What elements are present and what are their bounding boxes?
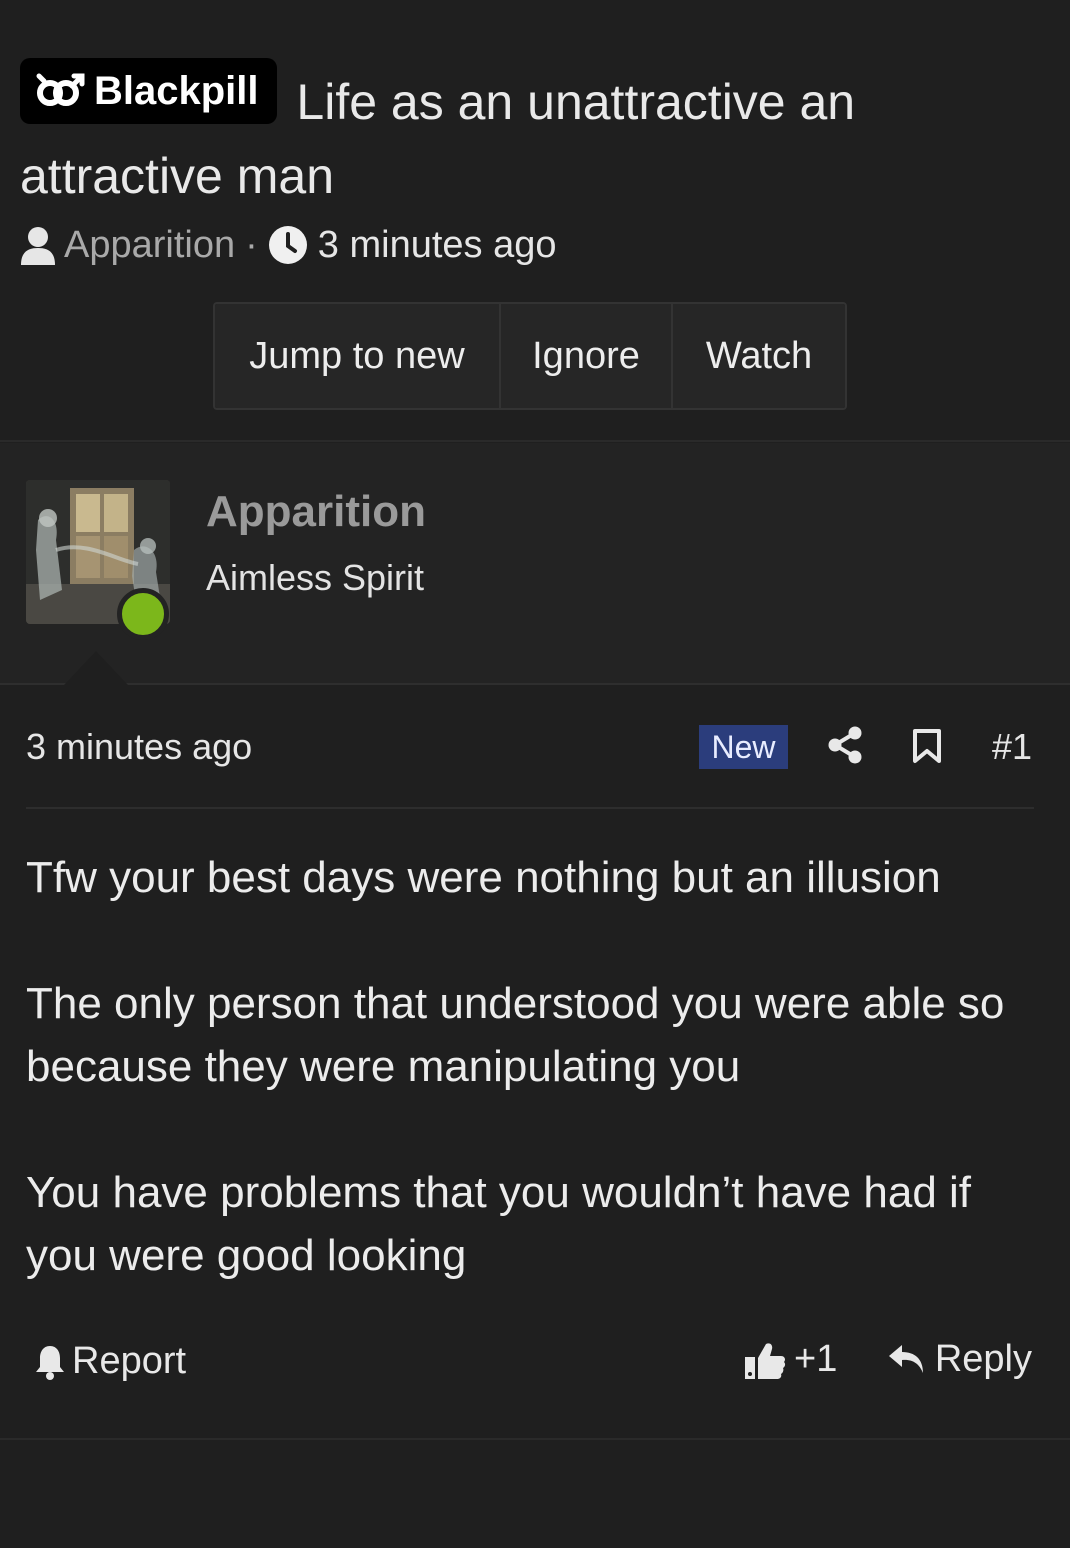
message-body: Tfw your best days were nothing but an i… [26,846,1036,1287]
bell-icon [34,1343,66,1381]
thread-action-buttons: Jump to new Ignore Watch [213,302,847,410]
message-arrow [64,651,128,685]
post-number-link[interactable]: #1 [992,726,1032,768]
thread-author-link[interactable]: Apparition [64,224,235,267]
prefix-badge[interactable]: Blackpill [20,58,277,124]
user-icon [20,225,56,265]
reaction-count: +1 [794,1338,838,1380]
reply-icon [887,1343,925,1377]
prefix-label: Blackpill [94,69,259,113]
message-attribution: 3 minutes ago New #1 [26,722,1034,772]
message-footer: Report +1 Reply [26,1336,1034,1392]
message-paragraph: Tfw your best days were nothing but an i… [26,853,941,902]
post-message: 3 minutes ago New #1 Tfw your best days … [0,686,1070,1440]
message-paragraph: You have problems that you wouldn’t have… [26,1168,972,1280]
post-author-name[interactable]: Apparition [206,487,426,537]
post-author-title: Aimless Spirit [206,557,425,598]
share-icon[interactable] [828,726,862,764]
thread-title: Blackpill Life as an unattractive an att… [20,58,1050,213]
message-divider [26,807,1034,809]
bookmark-icon[interactable] [912,728,942,764]
thumbs-up-icon [744,1339,786,1381]
venus-mars-icon [36,73,86,109]
like-button[interactable]: +1 [744,1338,837,1381]
thread-meta: Apparition · 3 minutes ago [20,220,557,270]
post-user-block: Apparition Aimless Spirit [0,443,1070,685]
page: Blackpill Life as an unattractive an att… [0,0,1070,1548]
online-status-dot [117,588,169,640]
post-time-link[interactable]: 3 minutes ago [26,726,252,768]
report-button[interactable]: Report [34,1340,186,1383]
meta-separator: · [245,223,258,266]
message-paragraph: The only person that understood you were… [26,979,1005,1091]
thread-title-block: Blackpill Life as an unattractive an att… [20,58,1050,213]
jump-to-new-button[interactable]: Jump to new [215,304,501,408]
watch-button[interactable]: Watch [673,304,845,408]
report-label: Report [72,1340,187,1382]
ignore-button[interactable]: Ignore [501,304,673,408]
clock-icon [268,225,308,265]
reply-button[interactable]: Reply [887,1338,1032,1381]
reply-label: Reply [934,1338,1032,1380]
new-badge: New [699,725,788,769]
thread-time-link[interactable]: 3 minutes ago [318,224,557,267]
thread-header: Blackpill Life as an unattractive an att… [0,0,1070,442]
